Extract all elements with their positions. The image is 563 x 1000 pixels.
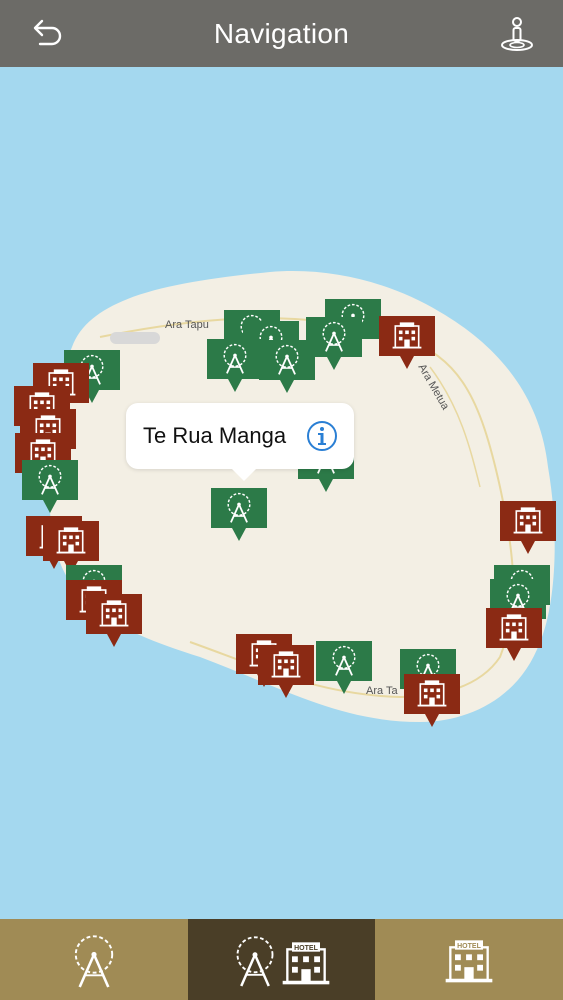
- navigation-header: Navigation: [0, 0, 563, 67]
- hotel-marker[interactable]: [86, 594, 142, 647]
- tab-hotels[interactable]: HOTEL: [375, 919, 563, 1000]
- hotel-icon: HOTEL: [282, 942, 330, 985]
- hotel-marker[interactable]: [500, 501, 556, 554]
- hotel-marker[interactable]: [379, 316, 435, 369]
- hotel-marker[interactable]: [404, 674, 460, 727]
- svg-text:HOTEL: HOTEL: [294, 945, 318, 952]
- user-location-icon[interactable]: [497, 14, 537, 54]
- place-callout[interactable]: Te Rua Manga: [126, 403, 354, 481]
- svg-text:HOTEL: HOTEL: [457, 943, 481, 950]
- island-map: [47, 271, 555, 722]
- filter-tab-bar: HOTEL HOTEL: [0, 919, 563, 1000]
- place-name: Te Rua Manga: [143, 423, 287, 448]
- road-label-ara-tapu: Ara Tapu: [165, 319, 209, 331]
- attraction-marker[interactable]: [316, 641, 372, 694]
- user-location-button[interactable]: [497, 14, 537, 54]
- info-icon[interactable]: [306, 420, 338, 452]
- tab-all[interactable]: HOTEL: [188, 919, 375, 1000]
- ferris-wheel-icon: [74, 935, 114, 988]
- attraction-marker[interactable]: [22, 460, 78, 513]
- hotel-icon: HOTEL: [445, 940, 493, 983]
- hotel-marker[interactable]: [486, 608, 542, 661]
- attraction-marker[interactable]: [207, 339, 263, 392]
- attraction-marker-te-rua-manga[interactable]: [211, 488, 267, 541]
- hotel-marker[interactable]: [258, 645, 314, 698]
- map-view[interactable]: Ara Tapu Ara Metua Ara Ta Te Rua Manga: [0, 67, 563, 919]
- ferris-wheel-icon: [236, 936, 274, 987]
- attraction-marker[interactable]: [306, 317, 362, 370]
- page-title: Navigation: [213, 18, 350, 49]
- tab-attractions[interactable]: [0, 919, 188, 1000]
